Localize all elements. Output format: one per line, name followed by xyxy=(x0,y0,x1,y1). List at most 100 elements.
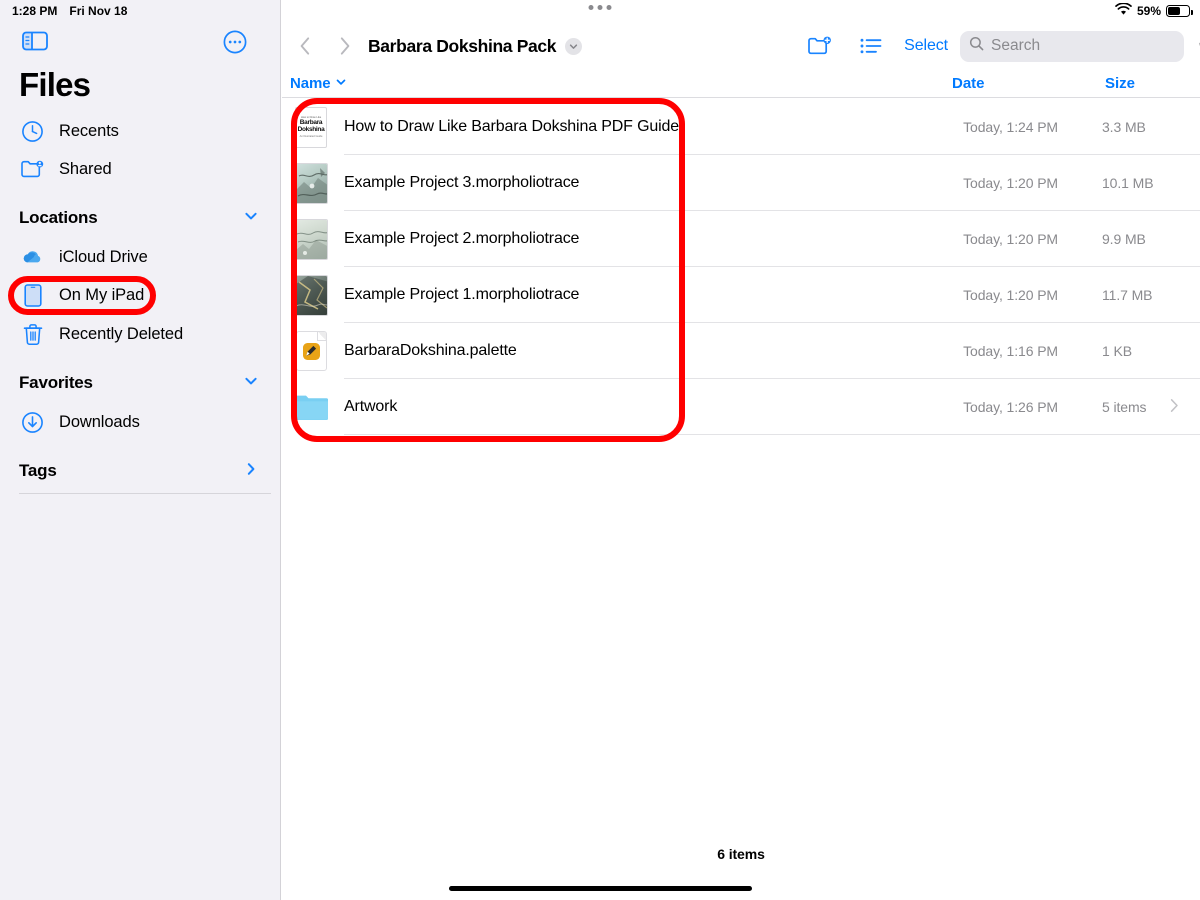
pdf-cover-thumbnail: How to Draw Like Barbara Dokshina An Ill… xyxy=(294,106,328,148)
status-bar-left: 1:28 PM Fri Nov 18 xyxy=(12,0,127,22)
sidebar-item-label: Recently Deleted xyxy=(59,325,183,344)
file-name: Example Project 2.morpholiotrace xyxy=(344,230,1200,248)
thumb-text-main: Dokshina xyxy=(298,126,325,133)
thumb-text-bottom: An Illustrated Guide xyxy=(300,135,323,138)
chevron-down-icon[interactable] xyxy=(243,373,259,394)
file-name: BarbaraDokshina.palette xyxy=(344,342,1200,360)
file-date: Today, 1:20 PM xyxy=(928,287,1058,303)
multitasking-dots-button[interactable] xyxy=(589,5,612,10)
status-date: Fri Nov 18 xyxy=(69,4,127,18)
sidebar-section-header-locations[interactable]: Locations xyxy=(0,203,281,233)
doc-corner-fold xyxy=(317,332,326,341)
column-header-size[interactable]: Size xyxy=(1105,72,1135,95)
file-size: 9.9 MB xyxy=(1102,231,1184,247)
sidebar-item-downloads[interactable]: Downloads xyxy=(0,403,281,441)
file-size: 11.7 MB xyxy=(1102,287,1184,303)
sidebar-section-header-favorites[interactable]: Favorites xyxy=(0,368,281,398)
sidebar-section-label: Favorites xyxy=(19,373,93,393)
sidebar: Files Recents Shared Locations xyxy=(0,0,281,900)
sidebar-item-label: iCloud Drive xyxy=(59,248,148,267)
file-size: 3.3 MB xyxy=(1102,119,1184,135)
file-name: Example Project 1.morpholiotrace xyxy=(344,286,1200,304)
ipad-icon xyxy=(20,283,45,308)
file-date: Today, 1:26 PM xyxy=(928,399,1058,415)
sketch-image-thumbnail xyxy=(294,162,328,204)
sidebar-item-shared[interactable]: Shared xyxy=(0,150,281,188)
forward-button[interactable] xyxy=(330,27,360,65)
dot-icon xyxy=(598,5,603,10)
battery-percent-label: 59% xyxy=(1137,4,1161,18)
search-input[interactable] xyxy=(991,37,1191,55)
select-button[interactable]: Select xyxy=(904,37,948,55)
table-row[interactable]: Example Project 2.morpholiotrace Today, … xyxy=(282,211,1200,267)
chevron-right-icon[interactable] xyxy=(1170,398,1179,417)
table-row[interactable]: Example Project 3.morpholiotrace Today, … xyxy=(282,155,1200,211)
thumb-text-main: Barbara xyxy=(300,119,322,126)
folder-title: Barbara Dokshina Pack xyxy=(368,36,556,57)
file-date: Today, 1:20 PM xyxy=(928,231,1058,247)
clock-icon xyxy=(20,119,45,144)
status-bar-right: 59% xyxy=(1115,0,1190,22)
row-divider xyxy=(344,434,1200,435)
breadcrumb[interactable]: Barbara Dokshina Pack xyxy=(368,27,582,65)
column-header-name-label: Name xyxy=(290,75,330,92)
table-row[interactable]: Artwork Today, 1:26 PM 5 items xyxy=(282,379,1200,435)
back-button[interactable] xyxy=(290,27,320,65)
file-name: Artwork xyxy=(344,398,1200,416)
trash-icon xyxy=(20,322,45,347)
chevron-down-icon xyxy=(335,75,347,92)
icloud-icon xyxy=(20,245,45,270)
dot-icon xyxy=(607,5,612,10)
wifi-icon xyxy=(1115,3,1132,19)
file-size: 10.1 MB xyxy=(1102,175,1184,191)
sketch-image-thumbnail xyxy=(294,218,328,260)
search-field[interactable] xyxy=(960,31,1184,62)
folder-thumbnail xyxy=(294,386,328,428)
shared-folder-icon xyxy=(20,157,45,182)
sidebar-item-label: Shared xyxy=(59,160,112,179)
list-view-icon[interactable] xyxy=(850,27,892,65)
sidebar-toggle-icon[interactable] xyxy=(22,30,48,57)
file-date: Today, 1:16 PM xyxy=(928,343,1058,359)
battery-icon xyxy=(1166,5,1190,17)
column-header-row: Name Date Size xyxy=(282,72,1200,98)
column-header-name[interactable]: Name xyxy=(290,72,347,95)
sidebar-item-recents[interactable]: Recents xyxy=(0,112,281,150)
sidebar-divider xyxy=(19,493,271,494)
new-folder-icon[interactable] xyxy=(799,27,841,65)
item-count-label: 6 items xyxy=(282,846,1200,862)
table-row[interactable]: Example Project 1.morpholiotrace Today, … xyxy=(282,267,1200,323)
sidebar-item-icloud-drive[interactable]: iCloud Drive xyxy=(0,238,281,276)
home-indicator xyxy=(449,886,752,891)
palette-document-thumbnail xyxy=(294,330,328,372)
sidebar-item-label: Downloads xyxy=(59,413,140,432)
main-toolbar: Barbara Dokshina Pack xyxy=(282,27,1200,65)
sidebar-item-on-my-ipad[interactable]: On My iPad xyxy=(0,276,281,314)
chevron-down-icon[interactable] xyxy=(565,38,582,55)
file-list: How to Draw Like Barbara Dokshina An Ill… xyxy=(282,99,1200,435)
table-row[interactable]: BarbaraDokshina.palette Today, 1:16 PM 1… xyxy=(282,323,1200,379)
download-circle-icon xyxy=(20,410,45,435)
file-date: Today, 1:24 PM xyxy=(928,119,1058,135)
sketch-image-thumbnail xyxy=(294,274,328,316)
toolbar-actions: Select xyxy=(799,27,1200,65)
table-row[interactable]: How to Draw Like Barbara Dokshina An Ill… xyxy=(282,99,1200,155)
sidebar-item-recently-deleted[interactable]: Recently Deleted xyxy=(0,315,281,353)
chevron-right-icon[interactable] xyxy=(243,461,259,482)
page-title: Files xyxy=(19,66,90,104)
status-bar: 1:28 PM Fri Nov 18 59% xyxy=(0,0,1200,22)
sidebar-item-label: Recents xyxy=(59,122,119,141)
file-size: 1 KB xyxy=(1102,343,1184,359)
sidebar-item-label: On My iPad xyxy=(59,286,144,305)
main-content: Barbara Dokshina Pack xyxy=(282,0,1200,900)
chevron-down-icon[interactable] xyxy=(243,208,259,229)
sidebar-section-header-tags[interactable]: Tags xyxy=(0,456,281,486)
more-circle-icon[interactable] xyxy=(223,30,247,59)
sidebar-header-bar xyxy=(0,30,281,62)
sidebar-section-label: Locations xyxy=(19,208,98,228)
file-date: Today, 1:20 PM xyxy=(928,175,1058,191)
dot-icon xyxy=(589,5,594,10)
sidebar-section-label: Tags xyxy=(19,461,57,481)
file-name: Example Project 3.morpholiotrace xyxy=(344,174,1200,192)
column-header-date[interactable]: Date xyxy=(952,72,985,95)
